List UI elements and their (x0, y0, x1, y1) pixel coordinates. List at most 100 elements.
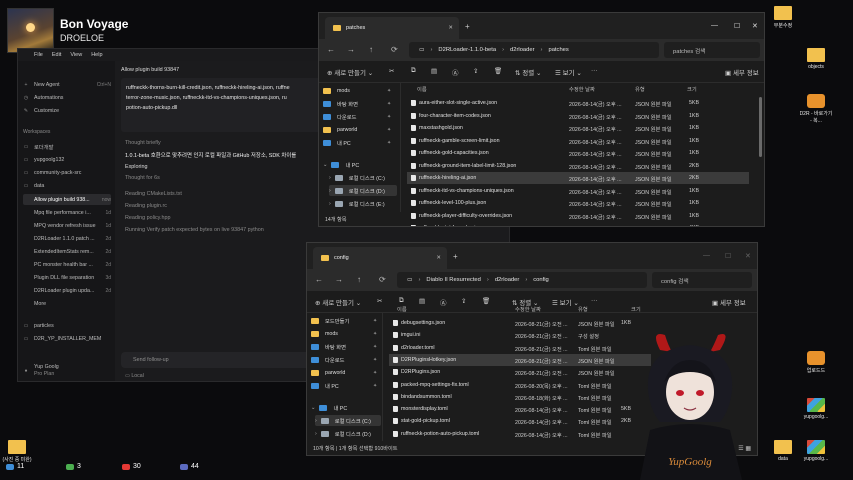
delete-icon[interactable]: 🗑 (494, 67, 502, 75)
file-row[interactable]: monsterdisplay.toml 2026-08-14(금) 오후 ... T… (389, 403, 651, 415)
nav-item-parworld[interactable]: parworld ✦ (311, 367, 381, 378)
back-button[interactable]: ← (315, 275, 323, 284)
file-row[interactable]: d2rloader.toml 2026-08-21(금) 오전 ... Toml 원… (389, 342, 651, 354)
refresh-button[interactable]: ⟳ (391, 45, 398, 54)
view-button[interactable]: ☰ 보기 ⌄ (552, 297, 579, 307)
workspace-item[interactable]: ▭ D2R_YP_INSTALLER_MEM (23, 333, 111, 344)
customize-button[interactable]: ✎ Customize (23, 105, 111, 116)
column-header-type[interactable]: 유형 (578, 305, 588, 315)
desktop-folder-icon[interactable]: data (766, 440, 800, 462)
share-icon[interactable]: ⇪ (461, 297, 466, 305)
breadcrumb[interactable]: config (533, 277, 548, 283)
paste-icon[interactable]: ▤ (419, 297, 425, 305)
rename-icon[interactable]: Ⓐ (452, 67, 459, 77)
forward-button[interactable]: → (335, 275, 343, 284)
file-row[interactable]: maxstashgold.json 2026-08-14(금) 오후 ... JSO… (407, 122, 749, 134)
refresh-button[interactable]: ⟳ (379, 275, 386, 284)
nav-item-mod-making[interactable]: 모드만들기 ✦ (311, 315, 381, 326)
breadcrumb[interactable]: D2RLoader-1.1.0-beta (438, 47, 496, 53)
nav-item-drive-d[interactable]: › 로컬 디스크 (D:) (329, 185, 397, 196)
nav-item-desktop[interactable]: 바탕 화면 ✦ (323, 98, 397, 109)
taskbar-item[interactable]: 30 (122, 463, 141, 470)
cut-icon[interactable]: ✂ (389, 67, 394, 75)
file-row[interactable]: packed-mpq-settings-fix.toml 2026-08-20(목… (389, 379, 651, 391)
file-row[interactable]: ruffneckk-gamble-screen-limit.json 2026-0… (407, 135, 749, 147)
file-row[interactable]: ruffneckk-potion-auto-pickup.toml 2026-08… (389, 428, 651, 440)
column-header-size[interactable]: 크기 (687, 85, 697, 95)
maximize-button[interactable]: ☐ (734, 22, 740, 30)
nav-item-mods[interactable]: mods ✦ (311, 328, 381, 339)
column-header-size[interactable]: 크기 (631, 305, 641, 315)
file-row[interactable]: ruffneckk-itd-vs-champions-uniques.json 2… (407, 185, 749, 197)
tab-config[interactable]: config ✕ (313, 247, 447, 269)
details-button[interactable]: ▣ 세부 정보 (725, 67, 759, 77)
column-header-name[interactable]: 이름 (417, 85, 427, 95)
close-window-button[interactable]: ✕ (745, 252, 751, 260)
close-tab-icon[interactable]: ✕ (448, 25, 453, 31)
thread-item[interactable]: ExtendedItemStats rem... 2d (23, 246, 111, 257)
thread-item[interactable]: Mpq file performance i... 1d (23, 207, 111, 218)
up-button[interactable]: ↑ (357, 275, 361, 284)
nav-item-this-pc[interactable]: 내 PC ✦ (323, 137, 397, 148)
address-bar[interactable]: ▭ › Diablo II Resurrected › d2rloader › con… (397, 272, 647, 288)
nav-item-downloads[interactable]: 다운로드 ✦ (323, 111, 397, 122)
desktop-archive-icon[interactable]: yupgoolg... (799, 398, 833, 420)
new-agent-button[interactable]: + New Agent Ctrl+N (23, 79, 111, 90)
desktop-folder-icon[interactable]: (사진 중 미완) (0, 440, 34, 463)
tab-patches[interactable]: patches ✕ (325, 17, 459, 39)
breadcrumb[interactable]: Diablo II Resurrected (426, 277, 480, 283)
file-row[interactable]: D2RPlugins.json 2026-08-21(금) 오전 ... JSON … (389, 366, 651, 378)
column-header-name[interactable]: 이름 (397, 305, 407, 315)
nav-item-mods[interactable]: mods ✦ (323, 85, 397, 96)
user-profile[interactable]: ● Yup Goolg Pro Plan (23, 362, 111, 380)
new-button[interactable]: ⊕ 새로 만들기 ⌄ (327, 67, 373, 77)
nav-item-desktop[interactable]: 바탕 화면 ✦ (311, 341, 381, 352)
nav-item-downloads[interactable]: 다운로드 ✦ (311, 354, 381, 365)
workspace-item[interactable]: ▭ particles (23, 320, 111, 331)
thread-item[interactable]: PC monster health bar ... 2d (23, 259, 111, 270)
desktop-folder-icon[interactable]: 부분수정 (766, 6, 800, 29)
close-window-button[interactable]: ✕ (752, 22, 758, 30)
file-row[interactable]: ruffneckk-ground-item-label-limit-128.js… (407, 160, 749, 172)
file-row[interactable]: ruffneckk-gold-capacities.json 2026-08-14… (407, 147, 749, 159)
taskbar-item[interactable]: 3 (66, 463, 81, 470)
file-row[interactable]: stat-gold-pickup.toml 2026-08-14(금) 오후 ..… (389, 415, 651, 427)
column-header-date[interactable]: 수정한 날짜 (515, 305, 541, 315)
menu-help[interactable]: Help (91, 52, 102, 58)
breadcrumb[interactable]: d2rloader (510, 47, 535, 53)
nav-item-parworld[interactable]: parworld ✦ (323, 124, 397, 135)
workspace-item[interactable]: ▭ 로더개발 (23, 141, 111, 152)
taskbar-item[interactable]: 44 (180, 463, 199, 470)
scrollbar[interactable] (759, 97, 762, 157)
menu-view[interactable]: View (70, 52, 82, 58)
share-icon[interactable]: ⇪ (473, 67, 478, 75)
desktop-shortcut-d2r[interactable]: D2R - 바로가기 - 복... (799, 94, 833, 124)
nav-item-this-pc[interactable]: 내 PC ✦ (311, 380, 381, 391)
view-button[interactable]: ☰ 보기 ⌄ (555, 67, 582, 77)
automations-button[interactable]: ◷ Automations (23, 92, 111, 103)
thread-item[interactable]: Allow plugin build 938... now (23, 194, 111, 205)
workspace-item[interactable]: ▭ yupgoolg132 (23, 154, 111, 165)
rename-icon[interactable]: Ⓐ (440, 297, 447, 307)
thread-item[interactable]: D2RLoader 1.1.0 patch ... 2d (23, 233, 111, 244)
forward-button[interactable]: → (347, 45, 355, 54)
copy-icon[interactable]: ⧉ (411, 67, 416, 75)
details-button[interactable]: ▣ 세부 정보 (712, 297, 746, 307)
copy-icon[interactable]: ⧉ (399, 297, 404, 305)
menu-file[interactable]: File (34, 52, 43, 58)
paste-icon[interactable]: ▤ (431, 67, 437, 75)
nav-item-this-pc-tree[interactable]: ⌄ 내 PC (323, 159, 397, 170)
thread-item[interactable]: Plugin DLL file separation 3d (23, 272, 111, 283)
more-icon[interactable]: ··· (591, 297, 598, 304)
desktop-archive-icon[interactable]: yupgoolg... (799, 440, 833, 462)
nav-item-drive-c[interactable]: › 로컬 디스크 (C:) (315, 415, 381, 426)
nav-item-drive-c[interactable]: › 로컬 디스크 (C:) (329, 172, 397, 183)
address-bar[interactable]: ▭ › D2RLoader-1.1.0-beta › d2rloader › patc… (409, 42, 659, 58)
file-row[interactable]: ruffneckk-level-100-plus.json 2026-08-14(… (407, 197, 749, 209)
breadcrumb[interactable]: d2rloader (495, 277, 520, 283)
taskbar-item[interactable]: 11 (6, 463, 24, 470)
search-input[interactable]: patches 검색 (664, 42, 760, 58)
nav-item-drive-e[interactable]: › 로컬 디스크 (E:) (329, 198, 397, 209)
up-button[interactable]: ↑ (369, 45, 373, 54)
workspace-item[interactable]: ▭ community-pack-src (23, 167, 111, 178)
